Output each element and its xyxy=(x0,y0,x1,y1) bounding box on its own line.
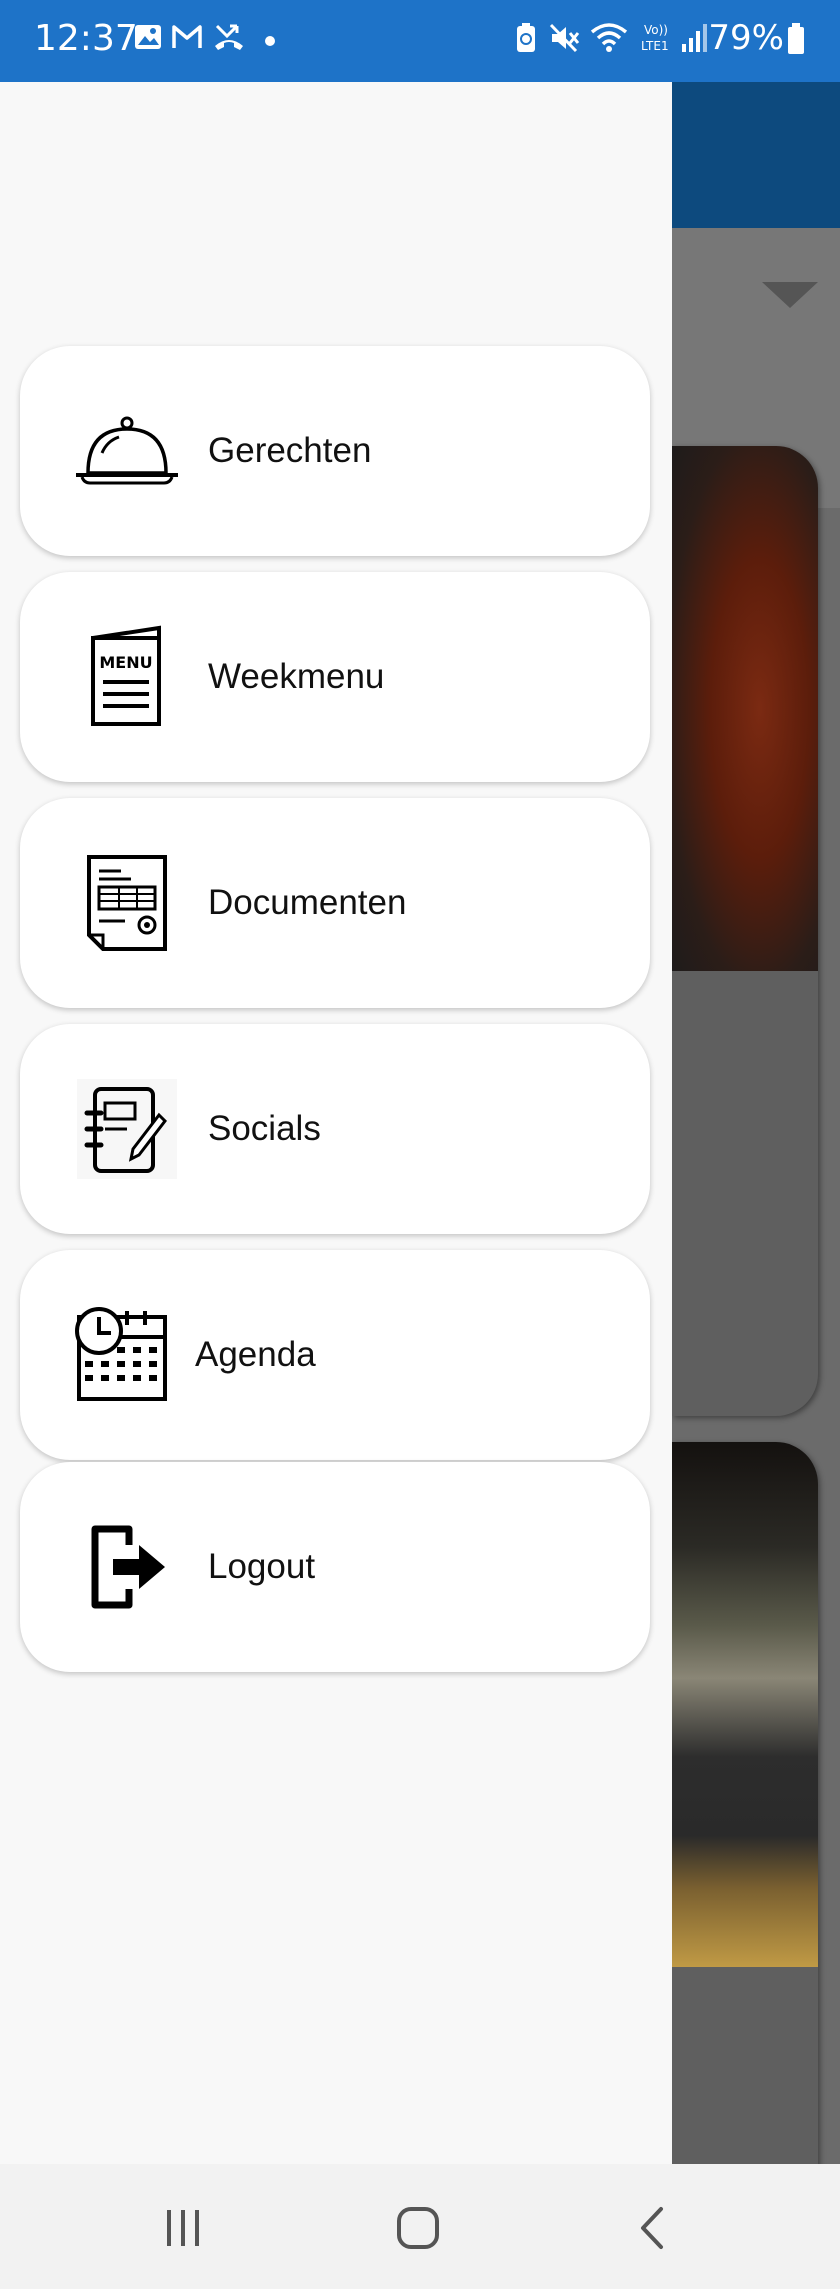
battery-percent: 79% xyxy=(708,18,784,58)
menu-item-label: Gerechten xyxy=(208,431,372,470)
menu-item-gerechten[interactable]: Gerechten xyxy=(20,346,650,556)
dropdown-arrow-icon xyxy=(762,282,818,308)
mute-icon xyxy=(548,22,580,59)
gmail-icon xyxy=(171,22,203,57)
menu-card-icon: MENU xyxy=(72,622,182,732)
menu-item-logout[interactable]: Logout xyxy=(20,1462,650,1672)
recipe-card xyxy=(672,1442,818,2164)
menu-item-label: Weekmenu xyxy=(208,657,385,696)
menu-item-weekmenu[interactable]: MENU Weekmenu xyxy=(20,572,650,782)
recent-apps-icon[interactable] xyxy=(148,2198,218,2258)
navigation-drawer: Gerechten MENU Weekmenu Documenten Socia… xyxy=(0,82,672,2164)
app-header xyxy=(672,82,840,228)
calendar-clock-icon xyxy=(72,1300,170,1410)
home-icon[interactable] xyxy=(383,2198,453,2258)
menu-item-agenda[interactable]: Agenda xyxy=(20,1250,650,1460)
battery-saver-icon xyxy=(514,22,538,59)
dot-icon xyxy=(264,34,276,52)
image-icon xyxy=(133,22,163,57)
menu-item-label: Logout xyxy=(208,1547,316,1586)
notebook-pen-icon xyxy=(72,1074,182,1184)
system-nav-bar xyxy=(0,2164,840,2289)
svg-text:LTE1: LTE1 xyxy=(641,39,669,53)
menu-item-label: Socials xyxy=(208,1109,321,1148)
menu-item-label: Documenten xyxy=(208,883,407,922)
svg-text:Vo)): Vo)) xyxy=(644,23,668,37)
volte-icon: Vo)) LTE1 xyxy=(640,20,676,61)
wifi-icon xyxy=(590,22,628,59)
background-app xyxy=(672,82,840,2164)
menu-item-documenten[interactable]: Documenten xyxy=(20,798,650,1008)
signal-icon xyxy=(680,22,710,59)
svg-text:MENU: MENU xyxy=(99,653,152,672)
menu-item-label: Agenda xyxy=(195,1335,316,1374)
battery-icon xyxy=(786,22,806,61)
recipe-photo xyxy=(672,1442,818,1967)
recipe-card xyxy=(672,446,818,1416)
logout-icon xyxy=(72,1512,182,1622)
back-icon[interactable] xyxy=(618,2198,688,2258)
status-bar: 12:37 Vo)) LTE1 79% xyxy=(0,0,840,82)
recipe-photo xyxy=(672,446,818,971)
cloche-icon xyxy=(72,396,182,506)
menu-item-socials[interactable]: Socials xyxy=(20,1024,650,1234)
status-time: 12:37 xyxy=(34,18,138,59)
missed-call-icon xyxy=(213,22,245,57)
document-icon xyxy=(72,848,182,958)
